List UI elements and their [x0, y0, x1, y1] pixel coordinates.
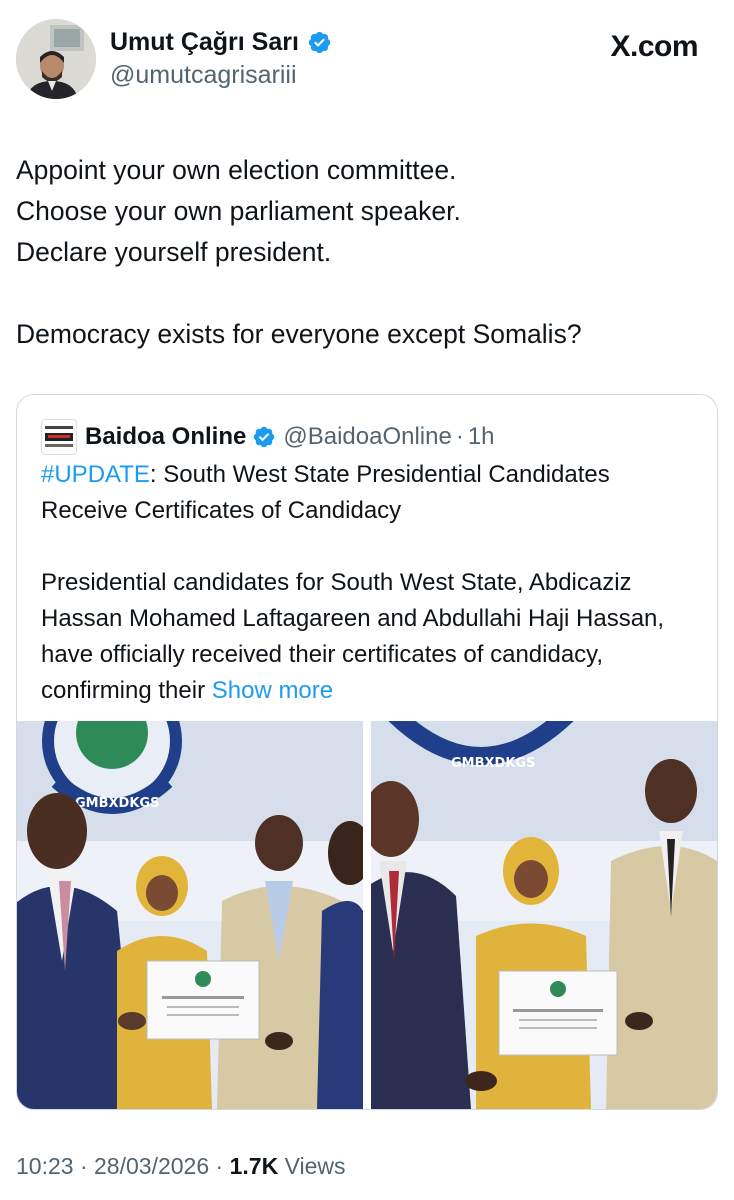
- quoted-tweet-card[interactable]: Baidoa Online @BaidoaOnline · 1h #UPDATE…: [16, 394, 718, 1110]
- quoted-tweet-text: #UPDATE: South West State Presidential C…: [41, 457, 701, 709]
- quoted-display-name[interactable]: Baidoa Online: [85, 423, 246, 451]
- show-more-link[interactable]: Show more: [212, 677, 333, 704]
- quoted-tweet-header[interactable]: Baidoa Online @BaidoaOnline · 1h: [41, 419, 495, 455]
- avatar[interactable]: [16, 19, 96, 99]
- media-grid: GMBXDKGS GMBXDKGS: [17, 721, 717, 1109]
- tweet-line: Declare yourself president.: [16, 237, 332, 267]
- views-label: Views: [278, 1153, 346, 1179]
- verified-badge-icon: [254, 426, 275, 448]
- views-count[interactable]: 1.7K: [230, 1153, 279, 1179]
- author-display-name[interactable]: Umut Çağrı Sarı: [110, 27, 299, 57]
- author-name-row[interactable]: Umut Çağrı Sarı: [110, 27, 332, 57]
- tweet-line: Choose your own parliament speaker.: [16, 196, 461, 226]
- banner-text: GMBXDKGS: [75, 796, 159, 811]
- source-label: X.com: [610, 30, 698, 63]
- quoted-handle[interactable]: @BaidoaOnline: [283, 423, 451, 451]
- tweet-author[interactable]: Umut Çağrı Sarı @umutcagrisariii: [16, 19, 332, 99]
- hashtag-link[interactable]: #UPDATE: [41, 461, 150, 488]
- post-time[interactable]: 10:23: [16, 1153, 74, 1179]
- post-date[interactable]: 28/03/2026: [94, 1153, 209, 1179]
- separator-dot: ·: [73, 1153, 95, 1179]
- banner-text: GMBXDKGS: [451, 756, 535, 771]
- photo-2[interactable]: GMBXDKGS: [371, 721, 717, 1109]
- photo-1[interactable]: GMBXDKGS: [17, 721, 363, 1109]
- tweet-line: Appoint your own election committee.: [16, 155, 457, 185]
- quoted-headline: #UPDATE: South West State Presidential C…: [41, 457, 701, 529]
- tweet-text: Appoint your own election committee. Cho…: [16, 150, 716, 355]
- separator-dot: ·: [455, 423, 464, 450]
- separator-dot: ·: [209, 1153, 230, 1179]
- tweet-line: Democracy exists for everyone except Som…: [16, 319, 582, 349]
- quoted-body: Presidential candidates for South West S…: [41, 565, 701, 709]
- verified-badge-icon: [308, 31, 331, 53]
- quoted-avatar[interactable]: [41, 419, 77, 455]
- tweet-meta: 10:23 · 28/03/2026 · 1.7K Views: [16, 1148, 346, 1184]
- body-text: Presidential candidates for South West S…: [41, 569, 665, 704]
- author-handle[interactable]: @umutcagrisariii: [110, 59, 332, 91]
- quoted-timestamp[interactable]: 1h: [468, 423, 495, 451]
